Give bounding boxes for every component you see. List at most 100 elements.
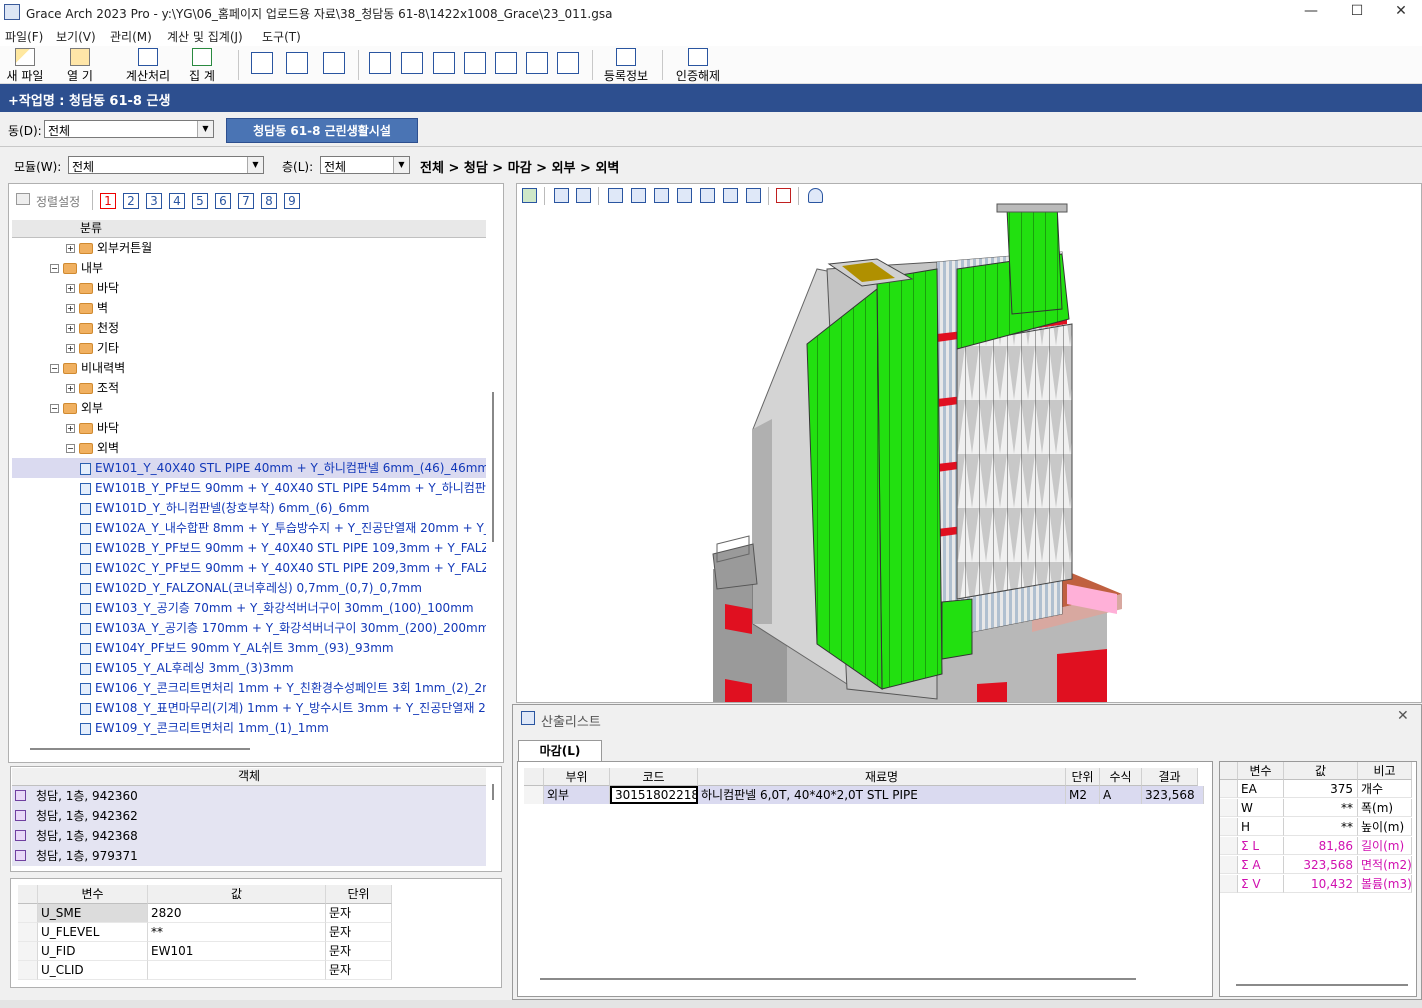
floor-select[interactable]: 전체 ▼	[320, 156, 410, 174]
tree-item-node[interactable]: EW101B_Y_PF보드 90mm + Y_40X40 STL PIPE 54…	[12, 478, 486, 498]
deauth-button[interactable]: 인증해제	[672, 48, 724, 83]
list-icon[interactable]	[776, 188, 791, 203]
edit-button[interactable]	[494, 48, 518, 82]
tree-folder-node[interactable]: + 기타	[12, 338, 486, 358]
tree-folder-node[interactable]: + 벽	[12, 298, 486, 318]
menu-manage[interactable]: 관리(M)	[110, 28, 152, 45]
var-name[interactable]: U_CLID	[38, 961, 148, 980]
close-button[interactable]: ✕	[1378, 0, 1422, 24]
expand-icon[interactable]: +	[66, 324, 75, 333]
row-handle[interactable]	[1220, 780, 1238, 798]
tree-item-node[interactable]: EW108_Y_표면마무리(기계) 1mm + Y_방수시트 3mm + Y_진…	[12, 698, 486, 718]
expand-icon[interactable]: +	[66, 244, 75, 253]
tree-item-node[interactable]: EW101D_Y_하니컴판넬(창호부착) 6mm_(6)_6mm	[12, 498, 486, 518]
view-cube-icon[interactable]	[631, 188, 646, 203]
tree-item-node[interactable]: EW101_Y_40X40 STL PIPE 40mm + Y_하니컴판넬 6m…	[12, 458, 486, 478]
cell-code[interactable]: 30151802218709	[610, 786, 698, 804]
tree-item-node[interactable]: EW106_Y_콘크리트면처리 1mm + Y_친환경수성페인트 3회 1mm_…	[12, 678, 486, 698]
object-row[interactable]: 청담, 1층, 942368	[12, 826, 486, 846]
rotate-icon[interactable]	[554, 188, 569, 203]
tab-finish[interactable]: 마감(L)	[518, 740, 602, 762]
cloud-icon[interactable]	[808, 188, 823, 203]
var-value[interactable]: **	[148, 923, 326, 942]
sort-number-button-9[interactable]: 9	[284, 193, 300, 209]
print-button[interactable]	[322, 48, 346, 82]
tree-folder-node[interactable]: + 외부커튼월	[12, 238, 486, 258]
open-button[interactable]: 열 기	[58, 48, 102, 83]
menu-tools[interactable]: 도구(T)	[262, 28, 301, 45]
col-unit[interactable]: 단위	[1066, 768, 1100, 786]
sort-number-button-8[interactable]: 8	[261, 193, 277, 209]
tree-item-node[interactable]: EW104Y_PF보드 90mm Y_AL쉬트 3mm_(93)_93mm	[12, 638, 486, 658]
zoom-icon[interactable]	[576, 188, 591, 203]
var-value[interactable]: **	[1284, 799, 1358, 817]
collapse-icon[interactable]: −	[50, 364, 59, 373]
aggregate-button[interactable]: 집 계	[180, 48, 224, 83]
var-name[interactable]: Σ V	[1238, 875, 1284, 893]
sort-number-button-7[interactable]: 7	[238, 193, 254, 209]
tree-item-node[interactable]: EW109_Y_콘크리트면처리 1mm_(1)_1mm	[12, 718, 486, 738]
object-row[interactable]: 청담, 1층, 979371	[12, 846, 486, 866]
var-value[interactable]: 375	[1284, 780, 1358, 798]
tree-scrollbar[interactable]	[492, 392, 494, 542]
col-formula[interactable]: 수식	[1100, 768, 1142, 786]
var-value[interactable]: 2820	[148, 904, 326, 923]
col-result[interactable]: 결과	[1142, 768, 1198, 786]
tree-folder-node[interactable]: + 바닥	[12, 278, 486, 298]
menu-calculate[interactable]: 계산 및 집계(J)	[167, 28, 243, 45]
view-button-4[interactable]	[463, 48, 487, 82]
sort-number-button-5[interactable]: 5	[192, 193, 208, 209]
module-select[interactable]: 전체 ▼	[68, 156, 264, 174]
sort-number-button-6[interactable]: 6	[215, 193, 231, 209]
expand-icon[interactable]: +	[66, 424, 75, 433]
object-scrollbar[interactable]	[492, 784, 494, 800]
object-row[interactable]: 청담, 1층, 942362	[12, 806, 486, 826]
var-name[interactable]: W	[1238, 799, 1284, 817]
tree-folder-node[interactable]: − 외부	[12, 398, 486, 418]
view-cube-icon[interactable]	[654, 188, 669, 203]
tree-item-node[interactable]: EW103_Y_공기층 70mm + Y_화강석버너구이 30mm_(100)_…	[12, 598, 486, 618]
model-icon[interactable]	[522, 188, 537, 203]
sort-number-button-2[interactable]: 2	[123, 193, 139, 209]
cell-result[interactable]: 323,568	[1142, 786, 1204, 804]
building-model[interactable]	[517, 184, 1421, 702]
var-name[interactable]: U_FID	[38, 942, 148, 961]
view-button-6[interactable]	[556, 48, 580, 82]
row-handle[interactable]	[1220, 837, 1238, 855]
view-button-3[interactable]	[432, 48, 456, 82]
view-button-1[interactable]	[368, 48, 392, 82]
collapse-icon[interactable]: −	[50, 264, 59, 273]
var-value[interactable]: 10,432	[1284, 875, 1358, 893]
cell-material[interactable]: 하니컴판넬 6,0T, 40*40*2,0T STL PIPE	[698, 786, 1066, 804]
row-handle[interactable]	[1220, 799, 1238, 817]
view-button-5[interactable]	[525, 48, 549, 82]
var-value[interactable]	[148, 961, 326, 980]
cell-formula[interactable]: A	[1100, 786, 1142, 804]
new-file-button[interactable]: 새 파일	[3, 48, 47, 83]
sort-number-button-1[interactable]: 1	[100, 193, 116, 209]
3d-viewport[interactable]	[516, 183, 1422, 703]
expand-icon[interactable]: +	[66, 384, 75, 393]
grid-hscrollbar[interactable]	[540, 978, 1136, 980]
minimize-button[interactable]: —	[1288, 0, 1334, 24]
tree-hscrollbar[interactable]	[30, 748, 250, 750]
tree-item-node[interactable]: EW102B_Y_PF보드 90mm + Y_40X40 STL PIPE 10…	[12, 538, 486, 558]
var-name[interactable]: H	[1238, 818, 1284, 836]
expand-icon[interactable]: +	[66, 344, 75, 353]
dong-select[interactable]: 전체 ▼	[44, 120, 214, 138]
tree-item-node[interactable]: EW102D_Y_FALZONAL(코너후레싱) 0,7mm_(0,7)_0,7…	[12, 578, 486, 598]
tree-folder-node[interactable]: − 내부	[12, 258, 486, 278]
var-name[interactable]: Σ L	[1238, 837, 1284, 855]
var-name[interactable]: Σ A	[1238, 856, 1284, 874]
var-value[interactable]: 323,568	[1284, 856, 1358, 874]
maximize-button[interactable]: ☐	[1334, 0, 1380, 24]
view-cube-icon[interactable]	[700, 188, 715, 203]
cell-unit[interactable]: M2	[1066, 786, 1100, 804]
view-cube-icon[interactable]	[608, 188, 623, 203]
menu-view[interactable]: 보기(V)	[56, 28, 96, 45]
object-header[interactable]: 객체	[12, 768, 486, 786]
expand-icon[interactable]: +	[66, 284, 75, 293]
tree-item-node[interactable]: EW102C_Y_PF보드 90mm + Y_40X40 STL PIPE 20…	[12, 558, 486, 578]
tree-folder-node[interactable]: − 비내력벽	[12, 358, 486, 378]
tree-folder-node[interactable]: + 조적	[12, 378, 486, 398]
